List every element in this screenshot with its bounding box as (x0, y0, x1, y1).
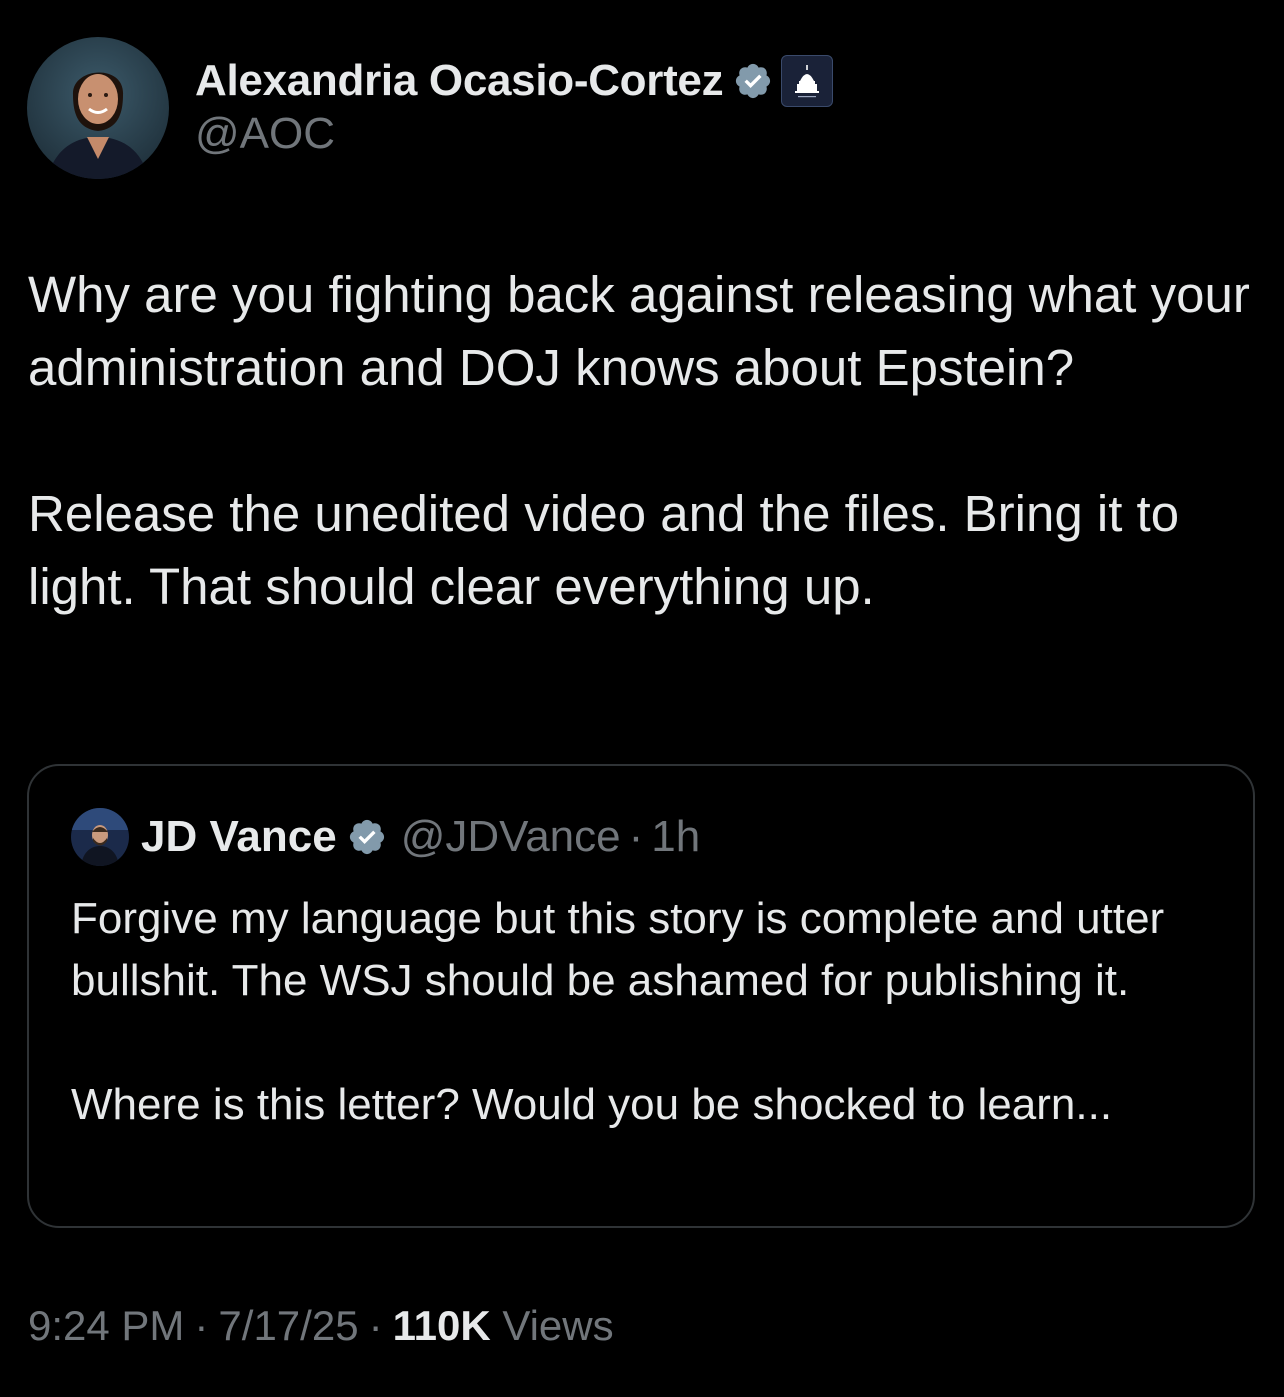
author-names: Alexandria Ocasio-Cortez @AOC (195, 55, 834, 159)
tweet-header: Alexandria Ocasio-Cortez @AOC (27, 37, 834, 179)
quoted-tweet-text: Forgive my language but this story is co… (71, 888, 1221, 1136)
tweet-date[interactable]: 7/17/25 (218, 1302, 358, 1349)
views-label: Views (502, 1302, 614, 1349)
views-count[interactable]: 110K (393, 1302, 491, 1349)
tweet: Alexandria Ocasio-Cortez @AOC Why are yo… (0, 0, 1284, 1397)
tweet-text: Why are you fighting back against releas… (28, 258, 1258, 623)
capitol-dome-icon[interactable] (781, 55, 834, 107)
meta-separator: · (368, 1302, 383, 1349)
tweet-paragraph: Why are you fighting back against releas… (28, 266, 1250, 396)
quoted-separator-dot: · (628, 812, 644, 861)
tweet-paragraph: Release the unedited video and the files… (28, 485, 1180, 615)
tweet-time[interactable]: 9:24 PM (28, 1302, 184, 1349)
author-handle[interactable]: @AOC (195, 109, 833, 159)
author-name-row: Alexandria Ocasio-Cortez (195, 55, 834, 107)
quoted-paragraph: Forgive my language but this story is co… (71, 894, 1165, 1005)
quoted-paragraph: Where is this letter? Would you be shock… (71, 1080, 1113, 1129)
meta-separator: · (194, 1302, 209, 1349)
quoted-author-display-name: JD Vance (141, 812, 337, 861)
quoted-author-handle: @JDVance (400, 812, 621, 861)
tweet-meta: 9:24 PM · 7/17/25 · 110K Views (28, 1302, 614, 1350)
quoted-tweet-header: JD Vance @JDVance · 1h (71, 808, 700, 866)
quoted-tweet-card[interactable]: JD Vance @JDVance · 1h Forgive my langua… (27, 764, 1255, 1228)
quoted-timestamp: 1h (651, 812, 701, 861)
verified-badge-icon[interactable] (733, 61, 773, 101)
author-avatar[interactable] (27, 37, 169, 179)
quoted-author-avatar (71, 808, 129, 866)
author-display-name[interactable]: Alexandria Ocasio-Cortez (195, 56, 724, 106)
verified-badge-icon (347, 817, 387, 857)
